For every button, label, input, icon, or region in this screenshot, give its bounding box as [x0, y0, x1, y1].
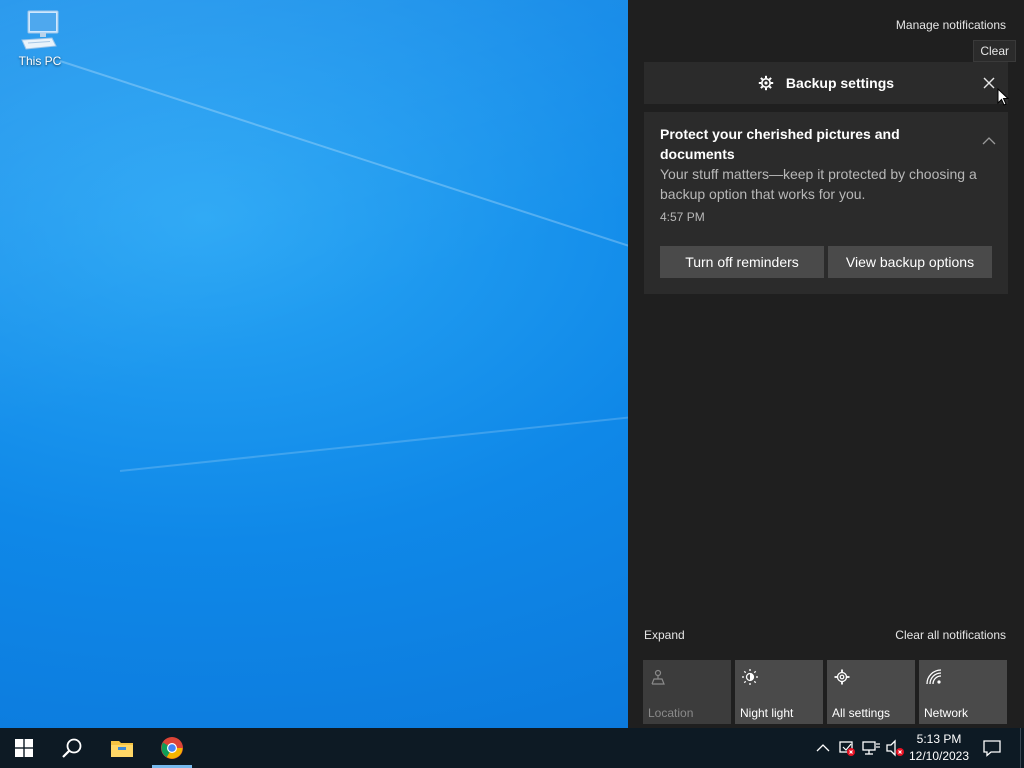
close-icon[interactable]: [980, 74, 998, 92]
file-explorer-button[interactable]: [98, 728, 146, 768]
gear-icon: [834, 669, 850, 685]
volume-tray-button[interactable]: [885, 738, 905, 758]
chrome-button[interactable]: [148, 728, 196, 768]
wallpaper-beam: [59, 60, 727, 279]
notification-card[interactable]: Protect your cherished pictures and docu…: [644, 112, 1008, 294]
notification-icon: [983, 740, 1001, 757]
quick-action-label: Night light: [740, 706, 794, 720]
clock-date: 12/10/2023: [908, 749, 970, 763]
taskbar: 5:13 PM 12/10/2023: [0, 728, 1024, 768]
turn-off-reminders-button[interactable]: Turn off reminders: [660, 246, 824, 278]
network-tray-button[interactable]: [861, 738, 881, 758]
clear-tooltip: Clear: [973, 40, 1016, 62]
search-button[interactable]: [48, 728, 96, 768]
view-backup-options-button[interactable]: View backup options: [828, 246, 992, 278]
security-alert-icon: [839, 741, 855, 756]
search-icon: [62, 738, 82, 758]
notification-time: 4:57 PM: [660, 210, 705, 224]
chevron-up-icon[interactable]: [982, 136, 996, 146]
action-center-panel: Manage notifications Clear Backup settin…: [628, 0, 1024, 728]
notification-body: Your stuff matters—keep it protected by …: [660, 166, 977, 202]
notification-title: Protect your cherished pictures and docu…: [660, 126, 900, 162]
security-tray-button[interactable]: [837, 738, 857, 758]
quick-action-network[interactable]: Network: [919, 660, 1007, 724]
network-icon: [926, 669, 942, 685]
quick-actions: Location Night light All settings Networ…: [643, 660, 1009, 724]
network-disconnected-icon: [862, 741, 880, 755]
action-center-button[interactable]: [968, 728, 1016, 768]
volume-muted-icon: [886, 739, 904, 757]
manage-notifications-link[interactable]: Manage notifications: [896, 18, 1006, 32]
expand-link[interactable]: Expand: [644, 628, 685, 642]
windows-logo-icon: [15, 739, 33, 757]
night-light-icon: [742, 669, 758, 685]
clear-all-notifications-link[interactable]: Clear all notifications: [895, 628, 1006, 642]
notification-group-header[interactable]: Backup settings: [644, 62, 1008, 104]
desktop-icon-label: This PC: [18, 54, 62, 68]
notification-group-title: Backup settings: [785, 75, 895, 91]
quick-action-all-settings[interactable]: All settings: [827, 660, 915, 724]
mouse-cursor-icon: [997, 88, 1009, 106]
location-icon: [651, 669, 665, 685]
wallpaper-beam: [119, 411, 678, 472]
folder-icon: [111, 741, 133, 757]
chevron-up-icon: [816, 744, 830, 752]
quick-action-label: Location: [648, 706, 694, 720]
show-hidden-icons-button[interactable]: [813, 738, 833, 758]
show-desktop-button[interactable]: [1020, 728, 1024, 768]
gear-icon: [758, 75, 774, 91]
quick-action-label: Network: [924, 706, 969, 720]
quick-action-location[interactable]: Location: [643, 660, 731, 724]
chrome-icon: [161, 737, 183, 759]
clock-time: 5:13 PM: [916, 732, 962, 746]
start-button[interactable]: [0, 728, 48, 768]
desktop-icon-this-pc[interactable]: This PC: [12, 8, 68, 68]
quick-action-label: All settings: [832, 706, 891, 720]
taskbar-clock[interactable]: 5:13 PM 12/10/2023: [904, 731, 974, 765]
quick-action-night-light[interactable]: Night light: [735, 660, 823, 724]
computer-icon: [21, 10, 59, 50]
